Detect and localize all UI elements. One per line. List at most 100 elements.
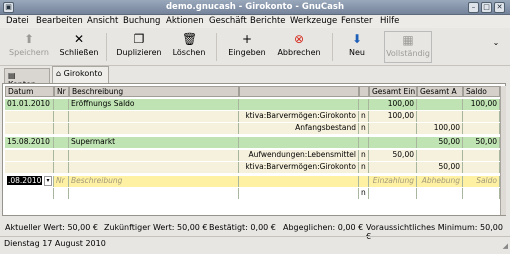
out-cell[interactable] xyxy=(417,188,463,199)
balance-cell: 100,00 xyxy=(463,99,500,110)
r-cell[interactable]: n xyxy=(359,162,369,173)
out-cell[interactable] xyxy=(417,150,463,161)
enter-button[interactable]: + Eingeben xyxy=(228,31,266,63)
num-cell[interactable] xyxy=(54,188,69,199)
menu-datei[interactable]: Datei xyxy=(6,16,29,26)
desc-cell[interactable]: Supermarkt xyxy=(69,137,239,148)
table-row[interactable]: ktiva:Barvermögen:Girokonto n 50,00 xyxy=(5,162,500,173)
col-account[interactable] xyxy=(239,86,359,97)
table-row[interactable]: 15.08.2010 Supermarkt 50,00 50,00 xyxy=(5,137,500,148)
transfer-input[interactable] xyxy=(239,176,359,187)
out-cell[interactable]: 100,00 xyxy=(417,123,463,134)
tab-konten[interactable]: ▤ Konten xyxy=(4,68,50,89)
in-cell[interactable] xyxy=(369,137,417,148)
withdrawal-input[interactable]: Abhebung xyxy=(417,176,463,187)
deposit-input[interactable]: Einzahlung xyxy=(369,176,417,187)
num-cell[interactable] xyxy=(54,137,69,148)
new-transaction-row[interactable]: .08.2010 ▾ Nr Beschreibung Einzahlung Ab… xyxy=(5,176,500,187)
table-row[interactable]: 01.01.2010 Eröffnungs Saldo 100,00 100,0… xyxy=(5,99,500,110)
table-row[interactable]: ktiva:Barvermögen:Girokonto n 100,00 xyxy=(5,111,500,122)
desc-input[interactable]: Beschreibung xyxy=(69,176,239,187)
close-button[interactable]: ✕ Schließen xyxy=(58,31,100,63)
memo-cell[interactable] xyxy=(69,162,239,173)
split-account-cell[interactable] xyxy=(239,188,359,199)
out-cell[interactable] xyxy=(417,111,463,122)
vertical-scrollbar[interactable] xyxy=(500,86,506,215)
col-r[interactable] xyxy=(359,86,369,97)
r-cell[interactable] xyxy=(359,99,369,110)
split-account-cell[interactable]: Anfangsbestand xyxy=(239,123,359,134)
num-cell[interactable] xyxy=(54,123,69,134)
menu-hilfe[interactable]: Hilfe xyxy=(380,16,399,26)
desc-cell[interactable]: Eröffnungs Saldo xyxy=(69,99,239,110)
r-cell[interactable] xyxy=(359,137,369,148)
date-cell[interactable] xyxy=(5,150,54,161)
duplicate-button[interactable]: ❐ Duplizieren xyxy=(114,31,164,63)
out-cell[interactable]: 50,00 xyxy=(417,137,463,148)
maximize-icon[interactable]: □ xyxy=(481,2,492,13)
num-cell[interactable] xyxy=(54,162,69,173)
cancel-button[interactable]: ⊗ Abbrechen xyxy=(276,31,322,63)
account-cell[interactable] xyxy=(239,137,359,148)
num-cell[interactable] xyxy=(54,99,69,110)
col-desc[interactable]: Beschreibung xyxy=(69,86,239,97)
table-row[interactable]: Anfangsbestand n 100,00 xyxy=(5,123,500,134)
menu-bearbeiten[interactable]: Bearbeiten xyxy=(36,16,83,26)
in-cell[interactable] xyxy=(369,188,417,199)
col-in[interactable]: Gesamt Ein xyxy=(369,86,417,97)
menu-werkzeuge[interactable]: Werkzeuge xyxy=(290,16,337,26)
save-button[interactable]: ⬆ Speichern xyxy=(8,31,50,63)
memo-cell[interactable] xyxy=(69,111,239,122)
delete-button[interactable]: 🗑 Löschen xyxy=(170,31,208,63)
menu-aktionen[interactable]: Aktionen xyxy=(166,16,204,26)
table-row[interactable]: Aufwendungen:Lebensmittel n 50,00 xyxy=(5,150,500,161)
date-cell[interactable] xyxy=(5,188,54,199)
in-cell[interactable]: 50,00 xyxy=(369,150,417,161)
date-cell[interactable]: 01.01.2010 xyxy=(5,99,54,110)
resize-grip-icon[interactable]: ◢ xyxy=(503,242,508,250)
date-input[interactable]: .08.2010 ▾ xyxy=(5,176,54,187)
calendar-dropdown-icon[interactable]: ▾ xyxy=(44,176,52,186)
memo-cell[interactable] xyxy=(69,123,239,134)
in-cell[interactable]: 100,00 xyxy=(369,111,417,122)
memo-cell[interactable] xyxy=(69,150,239,161)
r-cell[interactable]: n xyxy=(359,123,369,134)
r-cell[interactable]: n xyxy=(359,150,369,161)
minimize-icon[interactable]: – xyxy=(468,2,479,13)
in-cell[interactable]: 100,00 xyxy=(369,99,417,110)
r-cell[interactable] xyxy=(359,176,369,187)
out-cell[interactable] xyxy=(417,99,463,110)
menu-fenster[interactable]: Fenster xyxy=(341,16,373,26)
in-cell[interactable] xyxy=(369,123,417,134)
close-window-icon[interactable]: ✕ xyxy=(494,2,505,13)
split-account-cell[interactable]: ktiva:Barvermögen:Girokonto xyxy=(239,162,359,173)
date-cell[interactable] xyxy=(5,162,54,173)
menu-geschaeft[interactable]: Geschäft xyxy=(209,16,247,26)
split-account-cell[interactable]: Aufwendungen:Lebensmittel xyxy=(239,150,359,161)
out-cell[interactable]: 50,00 xyxy=(417,162,463,173)
account-cell[interactable] xyxy=(239,99,359,110)
r-cell[interactable]: n xyxy=(359,188,369,199)
r-cell[interactable]: n xyxy=(359,111,369,122)
accounts-icon: ▤ xyxy=(8,71,16,80)
menu-berichte[interactable]: Berichte xyxy=(250,16,286,26)
date-cell[interactable]: 15.08.2010 xyxy=(5,137,54,148)
new-split-row[interactable]: n xyxy=(5,188,500,199)
tab-girokonto[interactable]: ⌂ Girokonto xyxy=(52,66,109,83)
num-cell[interactable] xyxy=(54,111,69,122)
menu-ansicht[interactable]: Ansicht xyxy=(87,16,118,26)
in-cell[interactable] xyxy=(369,162,417,173)
col-balance[interactable]: Saldo xyxy=(463,86,500,97)
col-out[interactable]: Gesamt A xyxy=(417,86,463,97)
complete-button[interactable]: ▦ Vollständig xyxy=(384,31,432,63)
memo-cell[interactable] xyxy=(69,188,239,199)
date-cell[interactable] xyxy=(5,111,54,122)
date-cell[interactable] xyxy=(5,123,54,134)
new-button[interactable]: ⬇ Neu xyxy=(345,31,369,63)
split-account-cell[interactable]: ktiva:Barvermögen:Girokonto xyxy=(239,111,359,122)
col-num[interactable]: Nr xyxy=(54,86,69,97)
menu-buchung[interactable]: Buchung xyxy=(123,16,160,26)
num-input[interactable]: Nr xyxy=(54,176,69,187)
num-cell[interactable] xyxy=(54,150,69,161)
col-date[interactable]: Datum xyxy=(5,86,54,97)
